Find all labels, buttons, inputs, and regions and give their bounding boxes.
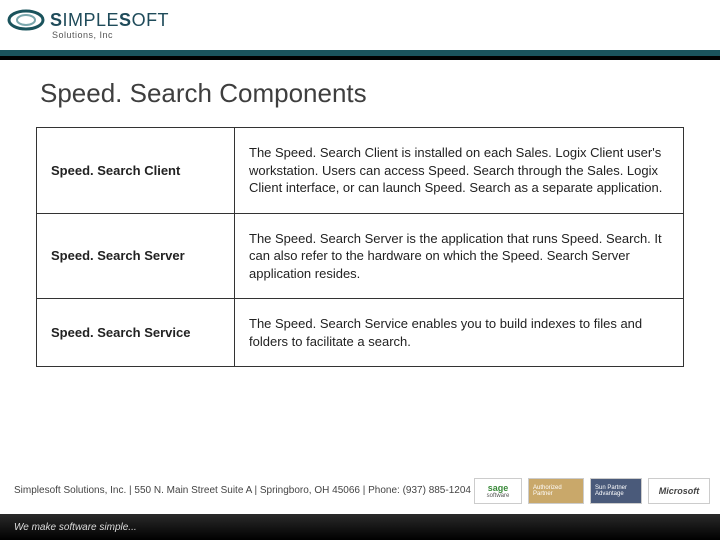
component-name: Speed. Search Server bbox=[37, 213, 235, 299]
component-desc: The Speed. Search Service enables you to… bbox=[235, 299, 684, 367]
sage-badge: sage software bbox=[474, 478, 522, 504]
brand-name: SIMPLESOFT bbox=[50, 10, 169, 31]
table-row: Speed. Search Client The Speed. Search C… bbox=[37, 128, 684, 214]
header: SIMPLESOFT Solutions, Inc bbox=[0, 0, 720, 56]
brand-subline: Solutions, Inc bbox=[52, 30, 720, 40]
footer-address: Simplesoft Solutions, Inc. | 550 N. Main… bbox=[14, 485, 471, 496]
authorized-partner-badge: Authorized Partner bbox=[528, 478, 584, 504]
page-title: Speed. Search Components bbox=[0, 56, 720, 127]
header-black-rule bbox=[0, 56, 720, 60]
microsoft-badge: Microsoft bbox=[648, 478, 710, 504]
component-name: Speed. Search Client bbox=[37, 128, 235, 214]
partner-badges: sage software Authorized Partner Sun Par… bbox=[474, 478, 710, 504]
bottom-bar: We make software simple... bbox=[0, 514, 720, 540]
sun-partner-badge: Sun Partner Advantage bbox=[590, 478, 642, 504]
components-table: Speed. Search Client The Speed. Search C… bbox=[36, 127, 684, 367]
table-row: Speed. Search Server The Speed. Search S… bbox=[37, 213, 684, 299]
tagline: We make software simple... bbox=[14, 522, 137, 533]
component-desc: The Speed. Search Server is the applicat… bbox=[235, 213, 684, 299]
component-name: Speed. Search Service bbox=[37, 299, 235, 367]
table-row: Speed. Search Service The Speed. Search … bbox=[37, 299, 684, 367]
swirl-icon bbox=[6, 6, 46, 34]
component-desc: The Speed. Search Client is installed on… bbox=[235, 128, 684, 214]
content-area: Speed. Search Client The Speed. Search C… bbox=[0, 127, 720, 367]
